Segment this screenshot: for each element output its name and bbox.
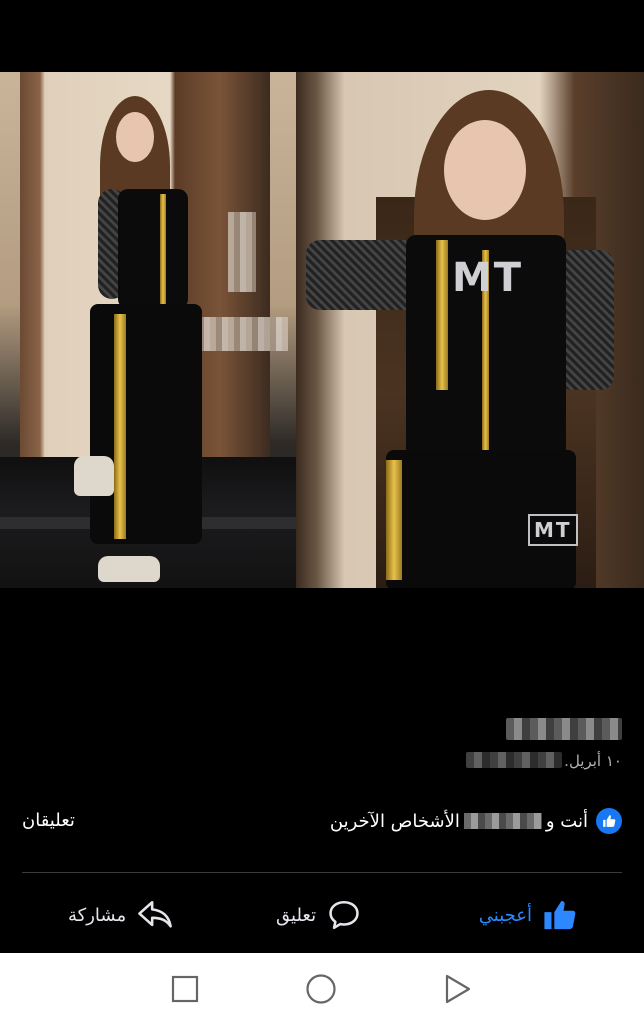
speech-bubble-icon: [326, 898, 362, 932]
pants-logo: MT: [528, 514, 578, 546]
reactor-name-blurred: [463, 813, 542, 829]
divider: [22, 872, 622, 873]
model-figure-left: [70, 94, 210, 584]
model-figure-right: MT MT: [306, 90, 626, 588]
author-name-blurred[interactable]: [506, 718, 622, 740]
reactions-prefix: أنت و: [545, 810, 588, 832]
reactions-suffix: الأشخاص الآخرين: [329, 810, 460, 832]
share-label: مشاركة: [68, 904, 127, 926]
circle-home-icon[interactable]: [305, 973, 337, 1005]
comment-button[interactable]: تعليق: [276, 893, 362, 937]
location-blurred: [466, 752, 562, 768]
photo-left-panel: [0, 72, 296, 588]
facebook-photo-viewer: MT MT ١٠ أبريل. أنت و الأشخاص الآخرين تع…: [0, 0, 644, 1024]
system-navigation-bar: [0, 953, 644, 1024]
reactions-summary[interactable]: أنت و الأشخاص الآخرين: [330, 808, 622, 834]
post-date: ١٠ أبريل.: [564, 752, 622, 770]
thumbs-up-icon: [542, 898, 578, 932]
like-badge-icon: [596, 808, 622, 834]
photo-right-panel: MT MT: [296, 72, 644, 588]
like-label: أعجبني: [478, 904, 532, 926]
triangle-back-icon[interactable]: [442, 973, 474, 1005]
blurred-region: [228, 212, 256, 292]
post-photo[interactable]: MT MT: [0, 72, 644, 588]
like-button[interactable]: أعجبني: [479, 893, 578, 937]
share-button[interactable]: مشاركة: [68, 893, 174, 937]
jacket-logo: MT: [452, 255, 524, 301]
comments-count[interactable]: تعليقان: [22, 810, 75, 831]
square-recent-icon[interactable]: [169, 973, 201, 1005]
comment-label: تعليق: [276, 904, 317, 926]
share-arrow-icon: [136, 898, 174, 932]
